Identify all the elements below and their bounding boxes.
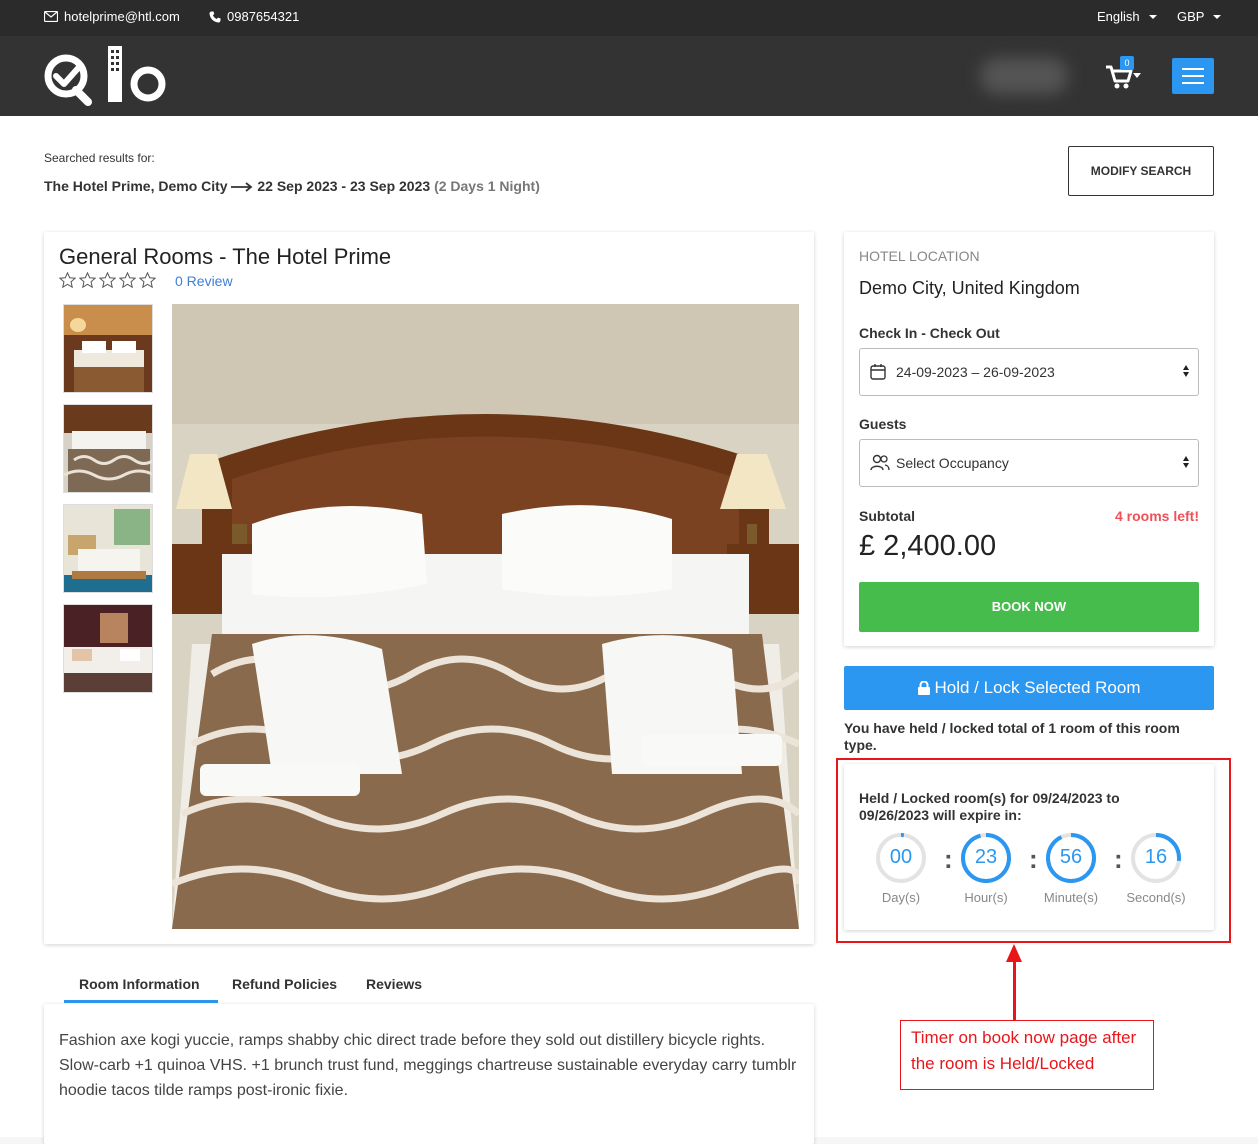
room-gallery-card: General Rooms - The Hotel Prime 0 Review <box>44 232 814 944</box>
star-icon <box>99 272 116 288</box>
star-icon <box>139 272 156 288</box>
star-rating <box>59 272 156 288</box>
room-thumbnail[interactable] <box>63 404 153 493</box>
tab-reviews[interactable]: Reviews <box>366 976 422 992</box>
users-icon <box>870 454 890 471</box>
chevron-down-icon <box>1148 14 1157 19</box>
room-thumbnail[interactable] <box>63 304 153 393</box>
subtotal-price: £ 2,400.00 <box>859 530 997 562</box>
room-description: Fashion axe kogi yuccie, ramps shabby ch… <box>59 1032 797 1099</box>
checkin-checkout-label: Check In - Check Out <box>859 325 1000 341</box>
searched-duration: (2 Days 1 Night) <box>434 178 540 194</box>
room-thumbnail[interactable] <box>63 504 153 593</box>
calendar-icon <box>870 364 886 380</box>
searched-label: Searched results for: <box>44 151 155 165</box>
room-detail-tabs: Room Information Refund Policies Reviews <box>44 968 814 1004</box>
email-text: hotelprime@htl.com <box>64 9 180 24</box>
hotel-location-label: HOTEL LOCATION <box>859 248 980 264</box>
occupancy-placeholder: Select Occupancy <box>896 455 1009 471</box>
rooms-left-badge: 4 rooms left! <box>1114 508 1199 524</box>
menu-icon-bar <box>1182 75 1204 77</box>
room-title: General Rooms - The Hotel Prime <box>59 244 392 269</box>
language-label: English <box>1097 9 1140 24</box>
active-tab-indicator <box>64 1000 218 1003</box>
contact-phone[interactable]: 0987654321 <box>209 9 299 24</box>
guests-label: Guests <box>859 416 907 432</box>
arrow-right-icon <box>231 182 253 192</box>
menu-icon <box>1182 68 1204 70</box>
annotation-highlight-box <box>836 758 1231 943</box>
hotel-location: Demo City, United Kingdom <box>859 278 1080 298</box>
cart-count-badge: 0 <box>1120 56 1134 70</box>
review-link[interactable]: 0 Review <box>175 273 233 289</box>
qlo-logo[interactable] <box>44 46 168 106</box>
date-range-value: 24-09-2023 – 26-09-2023 <box>896 364 1055 380</box>
sort-arrows-icon <box>1183 365 1190 377</box>
searched-dates: 22 Sep 2023 - 23 Sep 2023 <box>257 178 431 194</box>
held-rooms-note: You have held / locked total of 1 room o… <box>844 720 1180 753</box>
modify-search-button[interactable]: MODIFY SEARCH <box>1068 146 1214 196</box>
contact-email[interactable]: hotelprime@htl.com <box>44 9 180 24</box>
chevron-down-icon[interactable] <box>1133 73 1141 78</box>
room-information-panel: Fashion axe kogi yuccie, ramps shabby ch… <box>44 1004 814 1144</box>
room-thumbnail[interactable] <box>63 604 153 693</box>
annotation-arrow-line <box>1013 958 1016 1020</box>
annotation-callout: Timer on book now page after the room is… <box>900 1020 1154 1090</box>
account-area[interactable] <box>980 58 1068 94</box>
searched-hotel: The Hotel Prime, Demo City <box>44 178 228 194</box>
star-icon <box>119 272 136 288</box>
tab-room-information[interactable]: Room Information <box>79 976 200 992</box>
room-main-image[interactable] <box>172 304 799 929</box>
currency-label: GBP <box>1177 9 1205 24</box>
book-now-button[interactable]: BOOK NOW <box>859 582 1199 632</box>
menu-icon-bar <box>1182 82 1204 84</box>
envelope-icon <box>44 11 58 22</box>
occupancy-select[interactable]: Select Occupancy <box>859 439 1199 487</box>
top-bar: hotelprime@htl.com 0987654321 English GB… <box>0 0 1258 36</box>
hold-lock-room-button[interactable]: Hold / Lock Selected Room <box>844 666 1214 710</box>
language-dropdown[interactable]: English <box>1097 9 1157 24</box>
tab-refund-policies[interactable]: Refund Policies <box>232 976 337 992</box>
currency-dropdown[interactable]: GBP <box>1177 9 1222 24</box>
phone-icon <box>209 11 221 22</box>
main-navbar <box>0 36 1258 116</box>
chevron-down-icon <box>1213 14 1222 19</box>
booking-card: HOTEL LOCATION Demo City, United Kingdom… <box>844 232 1214 646</box>
hold-button-label: Hold / Lock Selected Room <box>934 678 1141 697</box>
star-icon <box>59 272 76 288</box>
subtotal-label: Subtotal <box>859 508 915 524</box>
star-icon <box>79 272 96 288</box>
sort-arrows-icon <box>1183 456 1190 468</box>
searched-summary: The Hotel Prime, Demo City 22 Sep 2023 -… <box>44 178 540 194</box>
date-range-field[interactable]: 24-09-2023 – 26-09-2023 <box>859 348 1199 396</box>
menu-button[interactable] <box>1172 58 1214 94</box>
lock-icon <box>917 681 930 695</box>
phone-text: 0987654321 <box>227 9 300 24</box>
